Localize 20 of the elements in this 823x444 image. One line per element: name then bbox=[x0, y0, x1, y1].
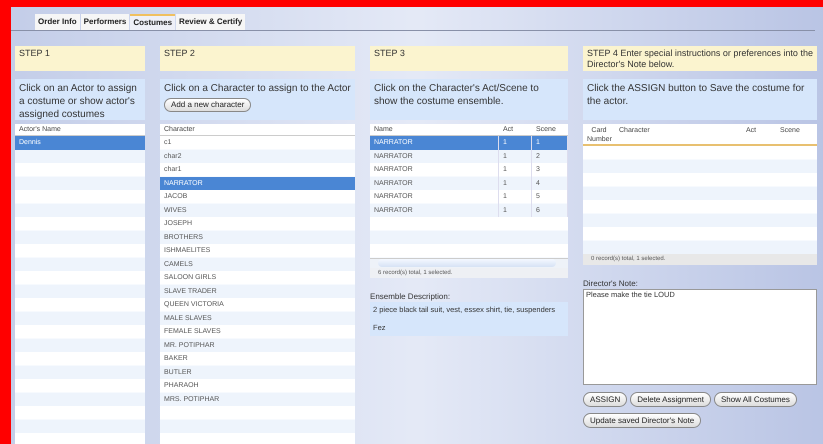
instruction-text: Click on a Character to assign to the Actor bbox=[164, 82, 351, 95]
action-button[interactable]: Update saved Director's Note bbox=[583, 413, 702, 428]
add-character-button[interactable]: Add a new character bbox=[164, 98, 252, 112]
instruction-panel: Click the ASSIGN button to Save the costume for the actor. bbox=[583, 79, 817, 120]
field-label: Director's Note: bbox=[583, 279, 639, 289]
action-button[interactable]: Delete Assignment bbox=[630, 392, 711, 407]
horizontal-scrollbar[interactable] bbox=[370, 258, 568, 268]
step-heading: STEP 4 Enter special instructions or preferences into the Director's Note below. bbox=[583, 46, 817, 71]
step-heading: STEP 2 bbox=[160, 46, 355, 71]
tab[interactable]: Costumes bbox=[130, 14, 176, 30]
field-label: Ensemble Description: bbox=[370, 292, 452, 302]
instruction-panel: Click on the Character's Act/Scene to show the costume ensemble. bbox=[370, 79, 568, 120]
instruction-panel: Click on an Actor to assign a costume or show actor's assigned costumes bbox=[15, 79, 145, 120]
tab[interactable]: Review & Certify bbox=[176, 14, 246, 30]
tab[interactable]: Performers bbox=[80, 14, 130, 30]
action-button[interactable]: ASSIGN bbox=[583, 392, 628, 407]
action-button[interactable]: Show All Costumes bbox=[714, 392, 797, 407]
step-heading: STEP 3 bbox=[370, 46, 568, 71]
step-heading: STEP 1 bbox=[15, 46, 145, 71]
tab[interactable]: Order Info bbox=[35, 14, 80, 30]
